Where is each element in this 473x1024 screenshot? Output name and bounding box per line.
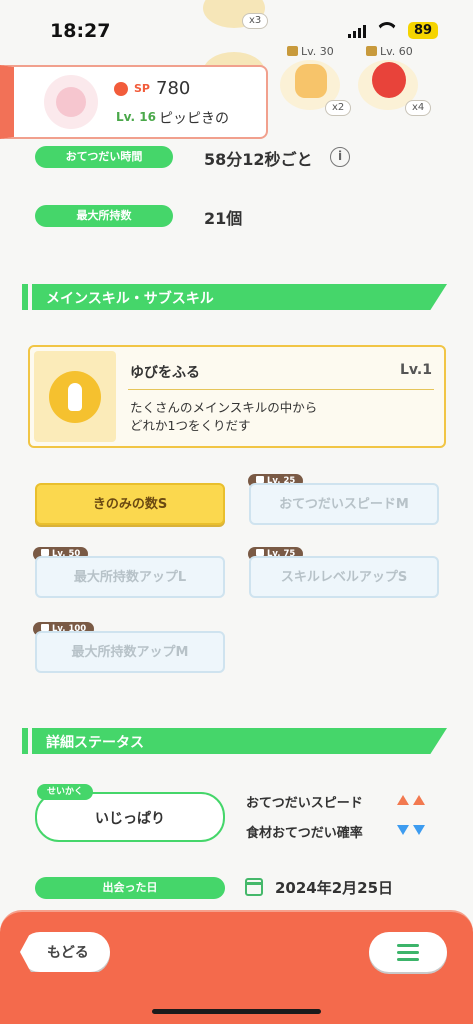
met-date-value: 2024年2月25日 bbox=[275, 879, 394, 897]
status-time: 18:27 bbox=[50, 20, 111, 42]
divider bbox=[128, 389, 434, 390]
honey-jar-icon bbox=[295, 64, 327, 98]
stat-up-label: おてつだいスピード bbox=[246, 796, 363, 811]
skill-icon-panel bbox=[34, 351, 116, 442]
sp-value: 780 bbox=[156, 78, 191, 99]
main-skill-name: ゆびをふる bbox=[130, 365, 200, 381]
nature-tag: せいかく bbox=[37, 784, 94, 800]
section-title: メインスキル・サブスキル bbox=[46, 291, 214, 307]
skills-section-header: メインスキル・サブスキル bbox=[22, 284, 447, 310]
sub-skill-button[interactable]: きのみの数S bbox=[35, 483, 225, 525]
main-skill-description: たくさんのメインスキルの中から どれか1つをくりだす bbox=[130, 400, 318, 433]
hamburger-menu-icon bbox=[397, 944, 419, 947]
pokemon-summary-card[interactable]: SP 780 Lv. 16 ピッピきの bbox=[0, 65, 268, 139]
max-carry-value: 21個 bbox=[204, 209, 243, 228]
arrow-up-icon bbox=[397, 795, 409, 805]
arrow-down-icon bbox=[413, 825, 425, 835]
ingredient-count: x4 bbox=[405, 100, 432, 116]
sp-icon bbox=[114, 82, 128, 96]
arrow-up-icon bbox=[413, 795, 425, 805]
home-indicator bbox=[152, 1009, 321, 1014]
met-date-label: 出会った日 bbox=[35, 877, 225, 899]
arrow-down-icon bbox=[397, 825, 409, 835]
section-title: 詳細ステータス bbox=[46, 735, 144, 751]
wifi-icon bbox=[376, 22, 398, 38]
sub-skill-button[interactable]: 最大所持数アップL bbox=[35, 556, 225, 598]
back-button-label[interactable]: もどる bbox=[47, 942, 89, 962]
signal-icon bbox=[348, 25, 368, 38]
apple-icon bbox=[372, 62, 406, 98]
ingredient-unlock-level: Lv. 60 bbox=[366, 45, 413, 58]
sub-skill-button[interactable]: おてつだいスピードM bbox=[249, 483, 439, 525]
nature-value: いじっぱり bbox=[95, 811, 165, 827]
battery-indicator: 89 bbox=[408, 22, 438, 39]
help-time-label: おてつだい時間 bbox=[35, 146, 173, 168]
info-icon[interactable]: i bbox=[330, 147, 350, 167]
calendar-icon bbox=[245, 878, 263, 896]
details-section-header: 詳細ステータス bbox=[22, 728, 447, 754]
ingredient-count: x2 bbox=[325, 100, 352, 116]
sub-skill-button[interactable]: スキルレベルアップS bbox=[249, 556, 439, 598]
menu-button[interactable] bbox=[369, 932, 447, 972]
pokemon-name: ピッピきの bbox=[159, 111, 229, 127]
ingredient-count: x3 bbox=[242, 13, 269, 29]
max-carry-label: 最大所持数 bbox=[35, 205, 173, 227]
pokemon-avatar bbox=[44, 75, 98, 129]
metronome-finger-icon bbox=[49, 371, 101, 423]
help-time-value: 58分12秒ごと bbox=[204, 150, 313, 169]
main-skill-level: Lv.1 bbox=[400, 362, 432, 378]
sub-skill-button[interactable]: 最大所持数アップM bbox=[35, 631, 225, 673]
pokemon-level: Lv. 16 bbox=[116, 110, 156, 124]
main-skill-card[interactable]: ゆびをふる Lv.1 たくさんのメインスキルの中から どれか1つをくりだす bbox=[28, 345, 446, 448]
stat-down-label: 食材おてつだい確率 bbox=[246, 826, 363, 841]
ingredient-unlock-level: Lv. 30 bbox=[287, 45, 334, 58]
sp-label: SP bbox=[134, 82, 150, 95]
